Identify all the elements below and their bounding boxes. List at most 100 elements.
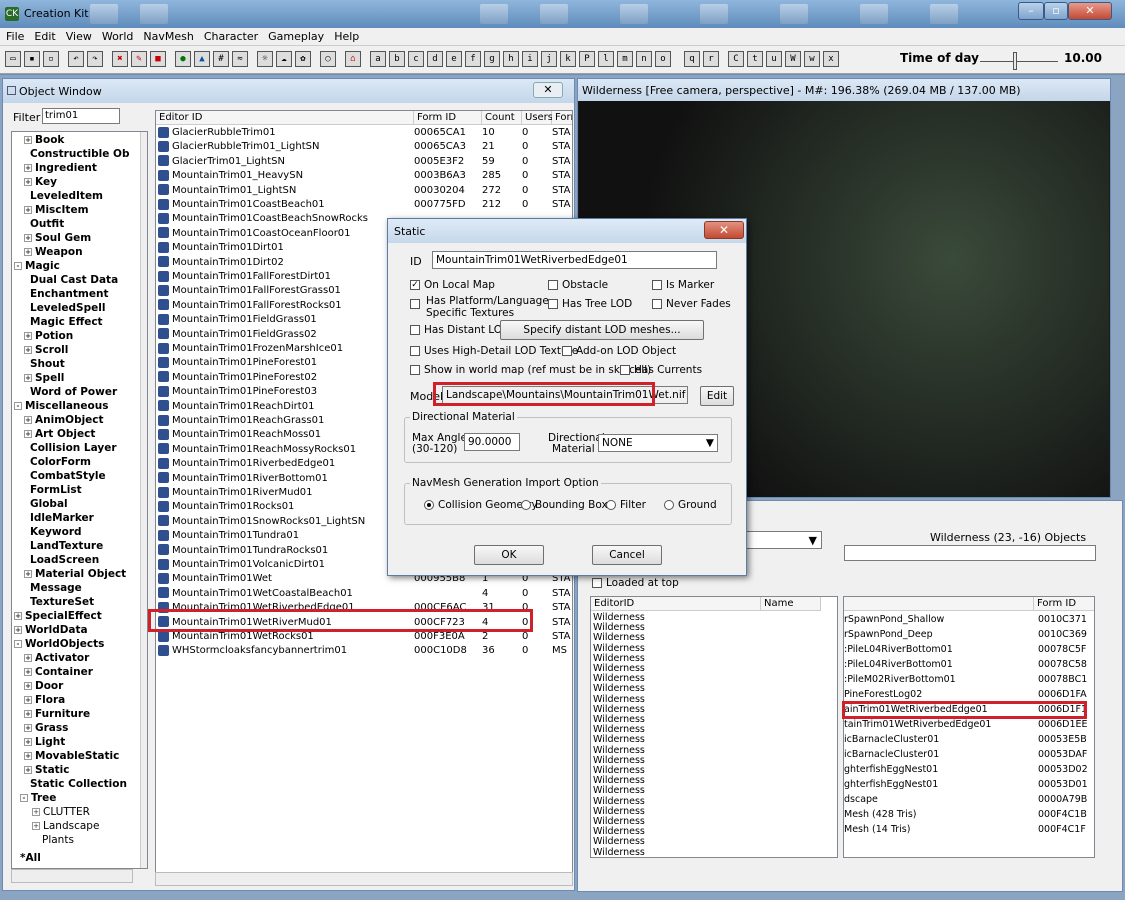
tree-node[interactable]: + WorldData [14, 624, 88, 636]
tree-node[interactable]: Outfit [30, 218, 64, 230]
expand-icon[interactable]: + [24, 136, 32, 144]
list-horizontal-scrollbar[interactable] [155, 872, 573, 886]
filter-radio[interactable]: Filter [606, 499, 646, 511]
max-angle-field[interactable]: 90.0000 [464, 433, 520, 451]
list-item[interactable]: :PileM02RiverBottom01 00078BC1 [844, 673, 1094, 687]
tb-icon-q[interactable]: q [684, 51, 700, 67]
expand-icon[interactable]: + [24, 374, 32, 382]
tree-node[interactable]: + Furniture [24, 708, 90, 720]
expand-icon[interactable]: + [24, 668, 32, 676]
expand-icon[interactable]: + [24, 766, 32, 774]
open-icon[interactable]: ▭ [5, 51, 21, 67]
tree-node[interactable]: + Static [24, 764, 70, 776]
expand-icon[interactable]: + [24, 570, 32, 578]
cancel-button[interactable]: Cancel [592, 545, 662, 565]
data-icon[interactable]: ▫ [43, 51, 59, 67]
cell-list[interactable]: EditorID Name Wilderness Wilderness Wilder… [590, 596, 838, 858]
tb-icon-f[interactable]: f [465, 51, 481, 67]
directional-material-select[interactable]: NONE ▼ [598, 434, 718, 452]
tree-node[interactable]: LeveledSpell [30, 302, 105, 314]
tree-node[interactable]: + Book [24, 134, 64, 146]
navmesh-icon[interactable]: ⌂ [345, 51, 361, 67]
cell-objects-filter[interactable] [844, 545, 1096, 561]
menu-character[interactable]: Character [204, 30, 258, 43]
has-platform-checkbox[interactable] [410, 298, 424, 310]
tb-icon-b[interactable]: b [389, 51, 405, 67]
expand-icon[interactable]: + [24, 164, 32, 172]
list-item[interactable]: Mesh (428 Tris) 000F4C1B [844, 808, 1094, 822]
list-item[interactable]: :PileL04RiverBottom01 00078C5F [844, 643, 1094, 657]
expand-icon[interactable]: + [24, 654, 32, 662]
tree-node[interactable]: IdleMarker [30, 512, 94, 524]
column-users[interactable]: Users [522, 111, 553, 125]
tree-node[interactable]: Magic Effect [30, 316, 103, 328]
tree-node[interactable]: + Art Object [24, 428, 95, 440]
tree-node[interactable]: + MovableStatic [24, 750, 119, 762]
landscape-icon[interactable]: ▲ [194, 51, 210, 67]
list-item[interactable]: :PileL04RiverBottom01 00078C58 [844, 658, 1094, 672]
list-item[interactable]: tainTrim01WetRiverbedEdge01 0006D1EE [844, 718, 1094, 732]
table-row[interactable]: GlacierRubbleTrim01 00065CA1 10 0 STA [156, 126, 572, 140]
table-row[interactable]: GlacierRubbleTrim01_LightSN 00065CA3 21 0 ST… [156, 140, 572, 154]
tree-node[interactable]: FormList [30, 484, 82, 496]
filter-input[interactable]: trim01 [42, 108, 120, 124]
expand-icon[interactable]: + [24, 346, 32, 354]
tree-node[interactable]: LoadScreen [30, 554, 99, 566]
tb-icon-g[interactable]: g [484, 51, 500, 67]
expand-icon[interactable]: + [24, 724, 32, 732]
tb-icon-x[interactable]: x [823, 51, 839, 67]
is-marker-checkbox[interactable]: Is Marker [652, 279, 714, 291]
table-row[interactable]: WHStormcloaksfancybannertrim01 000C10D8 36… [156, 644, 572, 658]
tb-icon-i[interactable]: i [522, 51, 538, 67]
sky-icon[interactable]: ☁ [276, 51, 292, 67]
sphere-icon[interactable]: ● [175, 51, 191, 67]
list-item[interactable]: PineForestLog02 0006D1FA [844, 688, 1094, 702]
show-world-map-checkbox[interactable]: Show in world map (ref must be in sky ce… [410, 364, 651, 376]
undo-icon[interactable]: ↶ [68, 51, 84, 67]
column-form[interactable]: Forr [552, 111, 572, 125]
column-editorid[interactable]: EditorID [591, 597, 761, 611]
tb-icon-l[interactable]: l [598, 51, 614, 67]
ok-button[interactable]: OK [474, 545, 544, 565]
tree-scrollbar[interactable] [140, 132, 147, 868]
tree-node[interactable]: LandTexture [30, 540, 103, 552]
expand-icon[interactable]: + [24, 682, 32, 690]
column-form-id[interactable]: Form ID [1034, 597, 1094, 611]
column-count[interactable]: Count [482, 111, 522, 125]
tree-node[interactable]: Global [30, 498, 68, 510]
tree-node[interactable]: CombatStyle [30, 470, 106, 482]
tb-icon-s[interactable]: C [728, 51, 744, 67]
menu-edit[interactable]: Edit [34, 30, 55, 43]
maximize-button[interactable]: ▫ [1044, 2, 1068, 20]
list-item[interactable]: dscape 0000A79B [844, 793, 1094, 807]
list-item[interactable]: ghterfishEggNest01 00053D01 [844, 778, 1094, 792]
tree-node[interactable]: - Tree [20, 792, 56, 804]
tree-horizontal-scrollbar[interactable] [11, 869, 133, 883]
tree-node[interactable]: TextureSet [30, 596, 94, 608]
tree-node[interactable]: Dual Cast Data [30, 274, 118, 286]
table-row[interactable]: GlacierTrim01_LightSN 0005E3F2 59 0 STA [156, 155, 572, 169]
tree-node[interactable]: + Key [24, 176, 57, 188]
tb-icon-h[interactable]: h [503, 51, 519, 67]
tree-node[interactable]: + Container [24, 666, 93, 678]
high-detail-lod-checkbox[interactable]: Uses High-Detail LOD Texture [410, 345, 578, 357]
tree-node[interactable]: + Activator [24, 652, 89, 664]
has-distant-lod-checkbox[interactable]: Has Distant LOD [410, 324, 510, 336]
tree-node[interactable]: Shout [30, 358, 65, 370]
menu-view[interactable]: View [66, 30, 92, 43]
never-fades-checkbox[interactable]: Never Fades [652, 298, 731, 310]
tree-node[interactable]: Plants [42, 834, 74, 846]
tree-node[interactable]: + Spell [24, 372, 64, 384]
close-button[interactable]: ✕ [1068, 2, 1112, 20]
tb-icon-w[interactable]: w [804, 51, 820, 67]
expand-icon[interactable]: + [24, 738, 32, 746]
tb-icon-a[interactable]: a [370, 51, 386, 67]
expand-icon[interactable]: + [14, 612, 22, 620]
expand-icon[interactable]: + [24, 234, 32, 242]
table-row[interactable]: MountainTrim01WetRocks01 000F3E0A 2 0 STA [156, 630, 572, 644]
table-row[interactable]: MountainTrim01_HeavySN 0003B6A3 285 0 STA [156, 169, 572, 183]
table-row[interactable]: MountainTrim01WetCoastalBeach01 4 0 STA [156, 587, 572, 601]
tree-node[interactable]: Word of Power [30, 386, 117, 398]
tree-node[interactable]: + Ingredient [24, 162, 97, 174]
menu-navmesh[interactable]: NavMesh [143, 30, 193, 43]
